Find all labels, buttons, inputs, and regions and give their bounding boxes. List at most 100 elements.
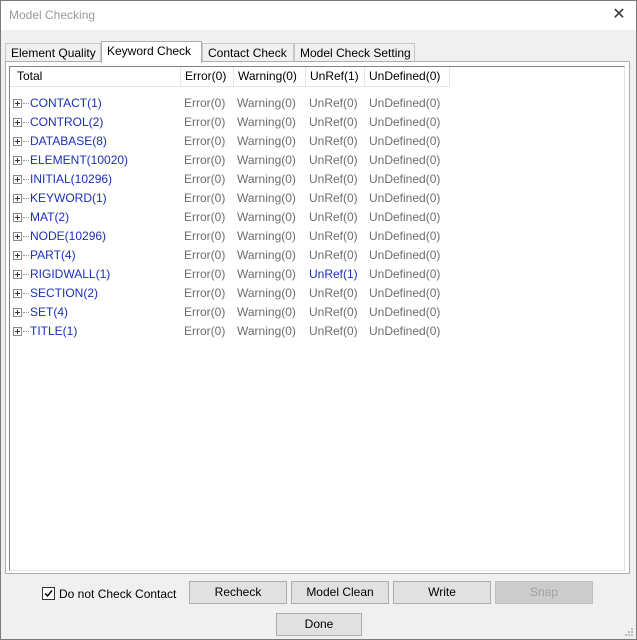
tab-model-check-setting[interactable]: Model Check Setting <box>294 43 415 62</box>
tree-row[interactable]: ELEMENT(10020) Error(0) Warning(0) UnRef(0)… <box>10 151 624 170</box>
row-keyword-name[interactable]: TITLE(1) <box>30 322 77 341</box>
row-undefined-count: UnDefined(0) <box>369 96 441 110</box>
tree-header: Total Error(0) Warning(0) UnRef(1) UnDef… <box>10 67 624 88</box>
header-total[interactable]: Total <box>10 67 181 87</box>
row-keyword-name[interactable]: NODE(10296) <box>30 227 106 246</box>
model-clean-button[interactable]: Model Clean <box>291 581 389 604</box>
model-checking-dialog: Model Checking ✕ Element Quality Keyword… <box>0 0 637 640</box>
expand-plus-icon[interactable] <box>13 308 22 317</box>
header-unref[interactable]: UnRef(1) <box>306 67 365 87</box>
header-undefined[interactable]: UnDefined(0) <box>365 67 450 87</box>
row-undefined-count: UnDefined(0) <box>369 153 441 167</box>
row-warning-count: Warning(0) <box>237 134 296 148</box>
row-keyword-name[interactable]: PART(4) <box>30 246 76 265</box>
tree-row[interactable]: MAT(2) Error(0) Warning(0) UnRef(0) UnDefine… <box>10 208 624 227</box>
tree-row[interactable]: CONTACT(1) Error(0) Warning(0) UnRef(0) UnDe… <box>10 94 624 113</box>
expand-plus-icon[interactable] <box>13 175 22 184</box>
tab-element-quality[interactable]: Element Quality <box>5 43 101 62</box>
row-error-count: Error(0) <box>184 267 226 281</box>
tree-connector <box>23 198 29 199</box>
tree-connector <box>23 122 29 123</box>
keyword-tree[interactable]: Total Error(0) Warning(0) UnRef(1) UnDef… <box>9 66 625 571</box>
close-icon[interactable]: ✕ <box>608 5 630 25</box>
row-warning-count: Warning(0) <box>237 324 296 338</box>
snap-button[interactable]: Snap <box>495 581 593 604</box>
row-undefined-count: UnDefined(0) <box>369 115 441 129</box>
expand-plus-icon[interactable] <box>13 118 22 127</box>
row-warning-count: Warning(0) <box>237 153 296 167</box>
row-warning-count: Warning(0) <box>237 267 296 281</box>
row-keyword-name[interactable]: DATABASE(8) <box>30 132 107 151</box>
tree-row[interactable]: NODE(10296) Error(0) Warning(0) UnRef(0) UnD… <box>10 227 624 246</box>
row-unref-count: UnRef(1) <box>309 267 358 281</box>
recheck-button[interactable]: Recheck <box>189 581 287 604</box>
title-bar: Model Checking ✕ <box>1 1 636 30</box>
row-keyword-name[interactable]: ELEMENT(10020) <box>30 151 128 170</box>
row-keyword-name[interactable]: KEYWORD(1) <box>30 189 107 208</box>
row-error-count: Error(0) <box>184 96 226 110</box>
tree-connector <box>23 236 29 237</box>
row-undefined-count: UnDefined(0) <box>369 229 441 243</box>
tree-row[interactable]: KEYWORD(1) Error(0) Warning(0) UnRef(0) UnDe… <box>10 189 624 208</box>
tree-row[interactable]: PART(4) Error(0) Warning(0) UnRef(0) UnDefin… <box>10 246 624 265</box>
row-unref-count: UnRef(0) <box>309 153 358 167</box>
checkbox-label: Do not Check Contact <box>59 587 177 601</box>
row-warning-count: Warning(0) <box>237 172 296 186</box>
tab-keyword-check[interactable]: Keyword Check <box>101 41 202 63</box>
checkbox-box[interactable] <box>42 587 55 601</box>
do-not-check-contact-checkbox[interactable]: Do not Check Contact <box>42 586 176 602</box>
row-undefined-count: UnDefined(0) <box>369 210 441 224</box>
row-undefined-count: UnDefined(0) <box>369 286 441 300</box>
tree-row[interactable]: CONTROL(2) Error(0) Warning(0) UnRef(0) UnDe… <box>10 113 624 132</box>
header-error[interactable]: Error(0) <box>181 67 234 87</box>
tree-row[interactable]: INITIAL(10296) Error(0) Warning(0) UnRef(0)… <box>10 170 624 189</box>
row-undefined-count: UnDefined(0) <box>369 191 441 205</box>
row-error-count: Error(0) <box>184 115 226 129</box>
row-unref-count: UnRef(0) <box>309 191 358 205</box>
tree-row[interactable]: SET(4) Error(0) Warning(0) UnRef(0) UnDefine… <box>10 303 624 322</box>
tree-connector <box>23 141 29 142</box>
checkmark-icon <box>44 590 53 598</box>
row-unref-count: UnRef(0) <box>309 96 358 110</box>
write-button[interactable]: Write <box>393 581 491 604</box>
row-undefined-count: UnDefined(0) <box>369 134 441 148</box>
expand-plus-icon[interactable] <box>13 156 22 165</box>
header-warning[interactable]: Warning(0) <box>234 67 306 87</box>
row-unref-count: UnRef(0) <box>309 115 358 129</box>
row-unref-count: UnRef(0) <box>309 134 358 148</box>
tree-row[interactable]: TITLE(1) Error(0) Warning(0) UnRef(0) UnDefi… <box>10 322 624 341</box>
row-warning-count: Warning(0) <box>237 229 296 243</box>
done-button[interactable]: Done <box>276 613 362 636</box>
tree-connector <box>23 331 29 332</box>
row-warning-count: Warning(0) <box>237 115 296 129</box>
row-error-count: Error(0) <box>184 153 226 167</box>
tree-row[interactable]: SECTION(2) Error(0) Warning(0) UnRef(0) UnDe… <box>10 284 624 303</box>
row-error-count: Error(0) <box>184 305 226 319</box>
expand-plus-icon[interactable] <box>13 194 22 203</box>
row-unref-count: UnRef(0) <box>309 248 358 262</box>
expand-plus-icon[interactable] <box>13 137 22 146</box>
row-unref-count: UnRef(0) <box>309 172 358 186</box>
row-keyword-name[interactable]: SECTION(2) <box>30 284 98 303</box>
row-keyword-name[interactable]: MAT(2) <box>30 208 69 227</box>
expand-plus-icon[interactable] <box>13 251 22 260</box>
row-keyword-name[interactable]: CONTROL(2) <box>30 113 103 132</box>
expand-plus-icon[interactable] <box>13 327 22 336</box>
row-keyword-name[interactable]: SET(4) <box>30 303 68 322</box>
tab-contact-check[interactable]: Contact Check <box>202 43 294 62</box>
tab-strip: Element Quality Keyword Check Contact Ch… <box>5 41 631 63</box>
row-keyword-name[interactable]: RIGIDWALL(1) <box>30 265 110 284</box>
tree-connector <box>23 160 29 161</box>
expand-plus-icon[interactable] <box>13 99 22 108</box>
row-keyword-name[interactable]: INITIAL(10296) <box>30 170 112 189</box>
resize-grip-icon[interactable] <box>624 627 634 637</box>
expand-plus-icon[interactable] <box>13 270 22 279</box>
tree-row[interactable]: RIGIDWALL(1) Error(0) Warning(0) UnRef(1) Un… <box>10 265 624 284</box>
expand-plus-icon[interactable] <box>13 232 22 241</box>
expand-plus-icon[interactable] <box>13 289 22 298</box>
row-error-count: Error(0) <box>184 248 226 262</box>
row-keyword-name[interactable]: CONTACT(1) <box>30 94 102 113</box>
tree-connector <box>23 103 29 104</box>
expand-plus-icon[interactable] <box>13 213 22 222</box>
tree-row[interactable]: DATABASE(8) Error(0) Warning(0) UnRef(0) UnD… <box>10 132 624 151</box>
